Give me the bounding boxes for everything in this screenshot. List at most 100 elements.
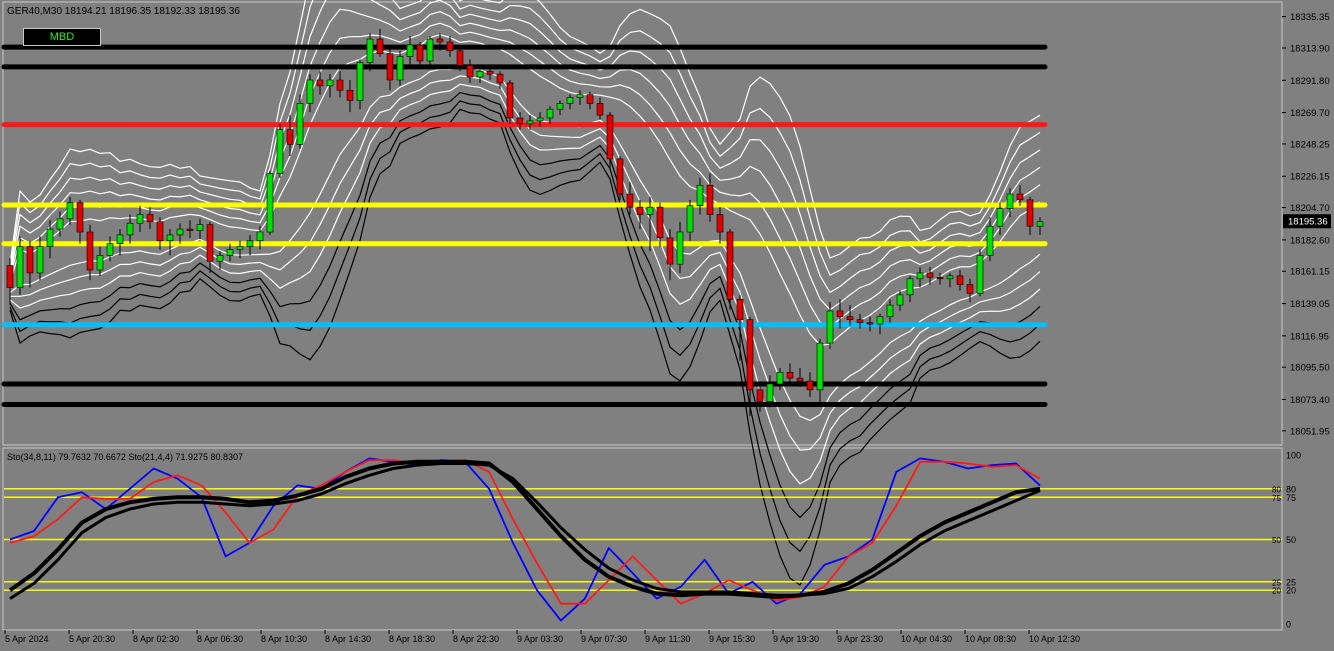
bear-candle [76,202,84,233]
bull-candle [196,224,204,231]
time-tick-label: 8 Apr 06:30 [197,634,243,644]
chart-header: GER40,M30 18194.21 18196.35 18192.33 181… [7,6,240,17]
price-tick-label: 18335.35 [1290,12,1330,23]
bull-candle [216,255,224,262]
bear-candle [436,38,444,43]
bear-candle [1026,199,1034,227]
bull-candle [556,103,564,110]
bear-candle [206,224,214,262]
bull-candle [976,255,984,294]
bear-candle [936,277,944,280]
bear-candle [796,377,804,382]
bear-candle [316,79,324,87]
bull-candle [576,94,584,98]
time-tick-label: 9 Apr 15:30 [709,634,755,644]
bear-candle [6,265,14,288]
bull-candle [906,278,914,296]
bear-candle [446,41,454,52]
bear-candle [636,206,644,215]
price-tick-label: 18116.95 [1290,331,1329,342]
time-tick-label: 9 Apr 19:30 [773,634,819,644]
bull-candle [426,38,434,62]
time-tick-label: 8 Apr 14:30 [325,634,371,644]
bull-candle [996,208,1004,227]
osc-tick-label: 75 [1286,493,1296,503]
bear-candle [456,50,464,66]
price-tick-label: 18161.15 [1290,267,1330,278]
bear-candle [746,319,754,391]
mbd-button[interactable]: MBD [23,28,101,46]
price-tick-label: 18291.80 [1290,76,1330,87]
bull-candle [326,79,334,87]
bull-candle [566,97,574,104]
trading-chart[interactable]: 18335.35 18313.90 18291.80 18269.70 18248.25… [0,0,1334,651]
bear-candle [486,70,494,75]
bear-candle [736,298,744,320]
bear-candle [956,275,964,285]
bear-candle [926,272,934,278]
price-tick-label: 18313.90 [1290,43,1330,54]
bear-candle [786,372,794,379]
bear-candle [966,284,974,294]
bear-candle [416,44,424,62]
bull-candle [266,173,274,233]
price-tick-label: 18073.40 [1290,395,1330,406]
bear-candle [156,221,164,242]
bear-candle [26,246,34,274]
bear-candle [856,319,864,323]
bull-candle [246,240,254,247]
bull-candle [306,79,314,104]
time-tick-label: 9 Apr 03:30 [517,634,563,644]
bear-candle [346,89,354,101]
price-axis: 18335.35 18313.90 18291.80 18269.70 18248.25… [1282,12,1331,437]
bull-candle [986,225,994,256]
time-tick-label: 5 Apr 2024 [5,634,49,644]
bear-candle [466,65,474,78]
price-tick-label: 18204.70 [1290,203,1330,214]
time-tick-label: 9 Apr 07:30 [581,634,627,644]
time-tick-label: 8 Apr 22:30 [453,634,499,644]
bear-candle [716,214,724,233]
bull-candle [766,383,774,402]
bear-candle [86,231,94,271]
price-tick-label: 18269.70 [1290,108,1330,119]
time-axis: 5 Apr 2024 5 Apr 20:30 8 Apr 02:30 8 Apr 06… [4,630,1080,644]
bull-candle [916,272,924,280]
time-tick-label: 9 Apr 23:30 [837,634,883,644]
bull-candle [166,234,174,242]
bull-candle [776,372,784,385]
bear-candle [616,158,624,195]
osc-level-tag: 20 [1272,587,1281,596]
bull-candle [66,202,74,220]
bear-candle [376,38,384,54]
bull-candle [896,294,904,306]
time-tick-label: 10 Apr 04:30 [901,634,952,644]
bull-candle [826,310,834,344]
bull-candle [256,231,264,242]
osc-tick-label: 100 [1286,451,1301,461]
bull-candle [16,246,24,288]
bull-candle [56,218,64,230]
bull-candle [876,316,884,325]
bear-candle [1016,193,1024,201]
bear-candle [626,193,634,208]
bull-candle [366,38,374,63]
bear-candle [496,73,504,84]
bull-candle [526,120,534,125]
bear-candle [806,380,814,391]
bull-candle [476,70,484,78]
bull-candle [686,205,694,233]
bull-candle [46,228,54,247]
bull-candle [536,117,544,122]
bear-candle [756,389,764,402]
bull-candle [96,255,104,271]
bear-candle [336,79,344,91]
bear-candle [836,310,844,318]
bear-candle [516,117,524,125]
bull-candle [106,243,114,256]
bull-candle [696,184,704,206]
time-tick-label: 5 Apr 20:30 [69,634,115,644]
price-tick-label: 18051.95 [1290,426,1330,437]
bull-candle [816,342,824,391]
bull-candle [296,103,304,145]
